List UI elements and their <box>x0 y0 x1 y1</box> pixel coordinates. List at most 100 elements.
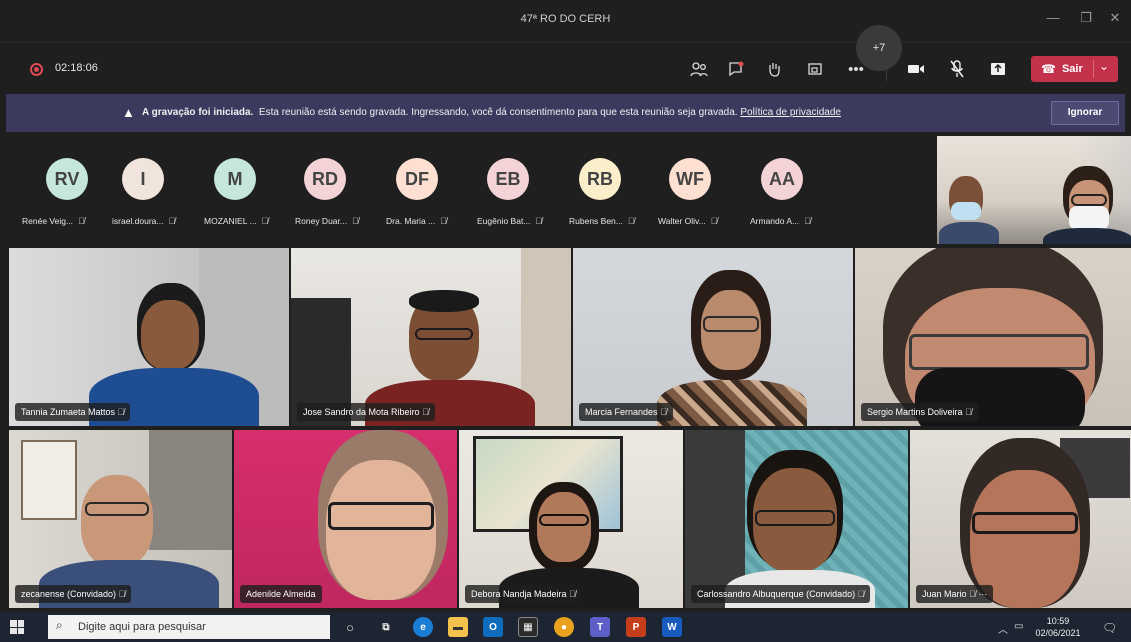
participant-avatar-name: Renée Veig... 🎙̸ <box>22 216 85 226</box>
raise-hand-icon[interactable] <box>760 55 788 83</box>
taskbar-search-box[interactable]: ⌕ Digite aqui para pesquisar <box>48 615 330 639</box>
chat-icon[interactable] <box>722 55 750 83</box>
chrome-icon[interactable]: ● <box>554 617 574 637</box>
video-tile[interactable]: Juan Mario 🎙̸ ··· <box>910 430 1131 608</box>
breakout-rooms-icon[interactable] <box>801 55 829 83</box>
video-tile[interactable]: zecanense (Convidado) 🎙̸ <box>9 430 232 608</box>
participant-avatar[interactable]: M <box>214 158 256 200</box>
minimize-icon[interactable]: — <box>1040 10 1066 25</box>
cortana-icon[interactable]: ○ <box>340 617 360 637</box>
notifications-icon[interactable]: 🗨 <box>1102 621 1117 635</box>
participant-name-tag: Jose Sandro da Mota Ribeiro 🎙̸ <box>297 403 435 421</box>
mic-off-icon: 🎙̸ <box>163 216 176 226</box>
participant-name-text: MOZANIEL ... <box>204 216 257 226</box>
participant-avatar-name: Roney Duar... 🎙̸ <box>295 216 359 226</box>
participant-name-tag: Marcia Fernandes 🎙̸ <box>579 403 673 421</box>
more-icon[interactable]: ··· <box>978 589 987 599</box>
participant-avatar[interactable]: RB <box>579 158 621 200</box>
task-view-icon[interactable]: ⧉ <box>376 617 396 637</box>
share-screen-icon[interactable] <box>984 55 1012 83</box>
participant-name-text: Dra. Maria ... <box>386 216 436 226</box>
battery-icon[interactable]: ▭ <box>1014 621 1023 632</box>
video-tile[interactable]: Adenilde Almeida <box>234 430 457 608</box>
banner-message: A gravação foi iniciada. Esta reunião es… <box>142 107 841 118</box>
search-icon: ⌕ <box>56 618 63 632</box>
video-tile[interactable]: Sergio Martins Doliveira 🎙̸ <box>855 248 1131 426</box>
teams-icon[interactable]: T <box>590 617 610 637</box>
title-bar: 47ª RO DO CERH — ❐ ✕ <box>0 0 1131 42</box>
participant-name-text: Renée Veig... <box>22 216 74 226</box>
mic-off-icon: 🎙̸ <box>117 407 125 417</box>
banner-bold: A gravação foi iniciada. <box>142 107 254 118</box>
leave-button[interactable]: ☎ Sair ⌄ <box>1031 56 1118 82</box>
ignore-button[interactable]: Ignorar <box>1051 101 1119 125</box>
recording-banner: ▲ A gravação foi iniciada. Esta reunião … <box>6 94 1125 132</box>
store-icon[interactable]: ▦ <box>518 617 538 637</box>
self-view-video[interactable] <box>937 136 1131 244</box>
participant-name-text: Armando A... <box>750 216 800 226</box>
participant-name-tag: Debora Nandja Madeira 🎙̸ <box>465 585 582 603</box>
leave-label: Sair <box>1061 63 1083 75</box>
participant-name-tag: zecanense (Convidado) 🎙̸ <box>15 585 132 603</box>
teams-window: 47ª RO DO CERH — ❐ ✕ 02:18:06 ••• ☎ Sair… <box>0 0 1131 642</box>
participant-name-tag: Tannia Zumaeta Mattos 🎙̸ <box>15 403 131 421</box>
edge-icon[interactable]: e <box>413 617 433 637</box>
powerpoint-icon[interactable]: P <box>626 617 646 637</box>
participant-name-text: Rubens Ben... <box>569 216 623 226</box>
participant-avatar-name: Armando A... 🎙̸ <box>750 216 811 226</box>
tray-chevron-icon[interactable]: ︿ <box>998 621 1008 636</box>
participant-avatar-name: Walter Oliv... 🎙̸ <box>658 216 717 226</box>
mic-off-icon: 🎙̸ <box>118 589 126 599</box>
mic-off-icon: 🎙̸ <box>969 589 976 599</box>
video-tile[interactable]: Debora Nandja Madeira 🎙̸ <box>459 430 683 608</box>
meeting-toolbar: 02:18:06 ••• ☎ Sair ⌄ <box>0 42 1131 94</box>
search-placeholder: Digite aqui para pesquisar <box>78 621 206 633</box>
participant-avatar[interactable]: RD <box>304 158 346 200</box>
video-tile[interactable]: Jose Sandro da Mota Ribeiro 🎙̸ <box>291 248 571 426</box>
participant-avatar-strip: RV Renée Veig... 🎙̸ Iisrael.doura... 🎙̸ M MO… <box>0 132 935 244</box>
participant-avatar[interactable]: WF <box>669 158 711 200</box>
mic-off-icon: 🎙̸ <box>965 407 972 417</box>
participant-avatar[interactable]: I <box>122 158 164 200</box>
participant-name-tag: Carlossandro Albuquerque (Convidado) 🎙̸ <box>691 585 871 603</box>
chevron-down-icon[interactable]: ⌄ <box>1099 59 1109 73</box>
mic-off-icon: 🎙̸ <box>569 589 576 599</box>
mic-off-icon: 🎙̸ <box>422 407 429 417</box>
participant-name-tag: Sergio Martins Doliveira 🎙̸ <box>861 403 978 421</box>
participant-name-text: israel.doura... <box>112 216 164 226</box>
participants-icon[interactable] <box>685 55 713 83</box>
windows-start-icon[interactable] <box>10 620 24 634</box>
participant-avatar-name: Eugênio Bat... 🎙̸ <box>477 216 542 226</box>
close-icon[interactable]: ✕ <box>1102 10 1128 26</box>
more-participants-button[interactable]: +7 <box>856 25 902 71</box>
participant-avatar-name: Dra. Maria ... 🎙̸ <box>386 216 447 226</box>
warning-icon: ▲ <box>122 105 135 120</box>
phone-hangup-icon: ☎ <box>1041 62 1056 76</box>
participant-name-tag: Adenilde Almeida <box>240 585 322 603</box>
outlook-icon[interactable]: O <box>483 617 503 637</box>
mic-off-icon: 🎙̸ <box>435 216 447 226</box>
file-explorer-icon[interactable]: ▬ <box>448 617 468 637</box>
privacy-policy-link[interactable]: Política de privacidade <box>740 107 841 118</box>
video-tile[interactable]: Marcia Fernandes 🎙̸ <box>573 248 853 426</box>
mic-off-icon: 🎙̸ <box>799 216 811 226</box>
mic-off-icon: 🎙̸ <box>530 216 543 226</box>
participant-avatar[interactable]: RV <box>46 158 88 200</box>
maximize-icon[interactable]: ❐ <box>1073 10 1099 26</box>
taskbar-clock[interactable]: 10:59 02/06/2021 <box>1033 615 1083 639</box>
meeting-timer: 02:18:06 <box>55 62 98 74</box>
participant-avatar[interactable]: AA <box>761 158 803 200</box>
participant-avatar-name: MOZANIEL ... 🎙̸ <box>204 216 268 226</box>
participant-avatar[interactable]: DF <box>396 158 438 200</box>
window-title: 47ª RO DO CERH <box>520 13 611 25</box>
participant-name-tag: Juan Mario 🎙̸ ··· <box>916 585 994 603</box>
video-tile[interactable]: Tannia Zumaeta Mattos 🎙̸ <box>9 248 289 426</box>
participant-name-text: Walter Oliv... <box>658 216 706 226</box>
video-tile[interactable]: Carlossandro Albuquerque (Convidado) 🎙̸ <box>685 430 908 608</box>
mic-muted-icon[interactable] <box>943 55 971 83</box>
word-icon[interactable]: W <box>662 617 682 637</box>
mic-off-icon: 🎙̸ <box>705 216 718 226</box>
camera-icon[interactable] <box>902 55 930 83</box>
participant-avatar[interactable]: EB <box>487 158 529 200</box>
participant-avatar-name: Rubens Ben... 🎙̸ <box>569 216 635 226</box>
